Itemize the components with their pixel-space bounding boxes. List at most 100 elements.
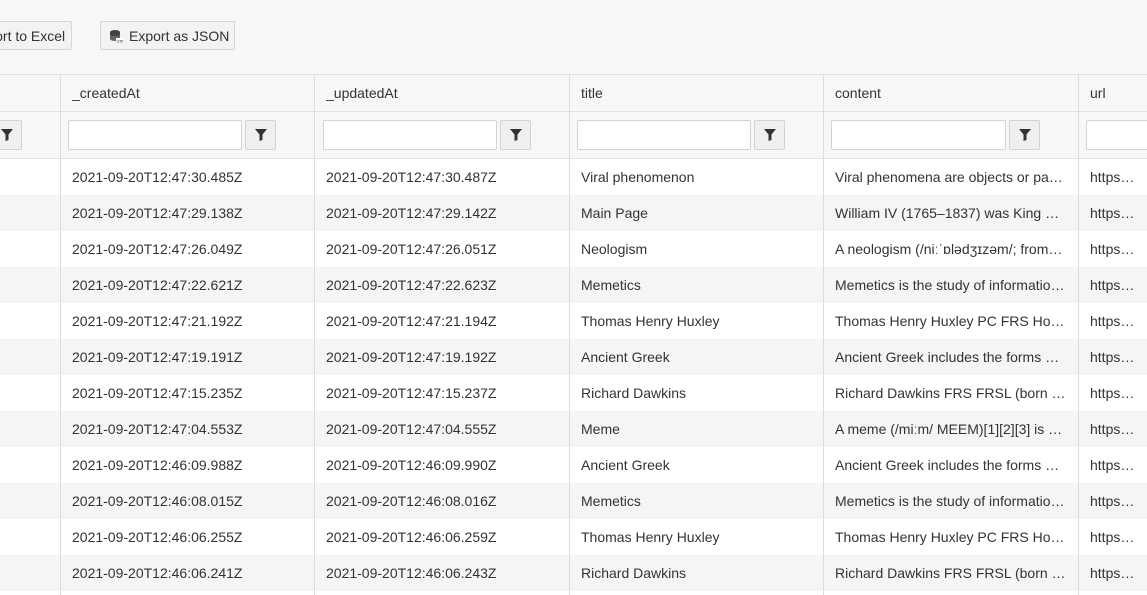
cell-content: Memetics is the study of information and…	[835, 277, 1066, 293]
column-divider	[569, 75, 570, 595]
cell-updatedat: 2021-09-20T12:47:26.051Z	[326, 241, 497, 257]
cell-title: Viral phenomenon	[581, 169, 695, 185]
filter-button-updatedat[interactable]	[500, 120, 531, 150]
filter-icon	[0, 129, 13, 141]
cell-title: Richard Dawkins	[581, 565, 687, 581]
cell-content: Richard Dawkins FRS FRSL (born 26 March …	[835, 565, 1066, 581]
cell-title: Richard Dawkins	[581, 385, 687, 401]
table-row[interactable]: 2021-09-20T12:47:15.235Z 2021-09-20T12:47…	[0, 375, 1147, 411]
column-divider	[1078, 75, 1079, 595]
cell-updatedat: 2021-09-20T12:46:06.243Z	[326, 565, 497, 581]
cell-title: Ancient Greek	[581, 457, 670, 473]
column-divider	[60, 75, 61, 595]
table-row[interactable]: 2021-09-20T12:47:04.553Z 2021-09-20T12:47…	[0, 411, 1147, 447]
filter-row	[0, 112, 1147, 159]
column-header-createdat[interactable]: _createdAt	[60, 75, 314, 111]
cell-url: https://en.wikipedia.org/wiki/Meme	[1090, 421, 1135, 437]
filter-icon	[763, 129, 776, 141]
cell-url: https://en.wikipedia.org/wiki/Thomas_Hen…	[1090, 529, 1135, 545]
toolbar: Export to Excel json Export as JSON	[0, 0, 1147, 74]
export-excel-button[interactable]: Export to Excel	[0, 21, 72, 50]
cell-createdat: 2021-09-20T12:47:30.485Z	[72, 169, 243, 185]
cell-title: Ancient Greek	[581, 349, 670, 365]
cell-updatedat: 2021-09-20T12:46:06.259Z	[326, 529, 497, 545]
cell-content: Memetics is the study of information and…	[835, 493, 1066, 509]
filter-input-url[interactable]	[1086, 120, 1147, 150]
filter-button-title[interactable]	[754, 120, 785, 150]
cell-createdat: 2021-09-20T12:47:04.553Z	[72, 421, 243, 437]
filter-input-content[interactable]	[831, 120, 1006, 150]
column-header-updatedat[interactable]: _updatedAt	[314, 75, 569, 111]
cell-updatedat: 2021-09-20T12:46:09.990Z	[326, 457, 497, 473]
column-header-url[interactable]: url	[1078, 75, 1147, 111]
table-row[interactable]: 2021-09-20T12:47:19.191Z 2021-09-20T12:47…	[0, 339, 1147, 375]
cell-createdat: 2021-09-20T12:47:26.049Z	[72, 241, 243, 257]
filter-input-updatedat[interactable]	[323, 120, 497, 150]
table-row[interactable]: 2021-09-20T12:46:06.255Z 2021-09-20T12:46…	[0, 519, 1147, 555]
cell-content: Thomas Henry Huxley PC FRS HonFRSE FLS	[835, 529, 1066, 545]
cell-createdat: 2021-09-20T12:47:19.191Z	[72, 349, 243, 365]
cell-updatedat: 2021-09-20T12:47:22.623Z	[326, 277, 497, 293]
table-row[interactable]: 2021-09-20T12:47:26.049Z 2021-09-20T12:47…	[0, 231, 1147, 267]
table-row[interactable]: 2021-09-20T12:47:22.621Z 2021-09-20T12:47…	[0, 267, 1147, 303]
cell-content: A meme (/miːm/ MEEM)[1][2][3] is an idea	[835, 421, 1066, 437]
cell-title: Thomas Henry Huxley	[581, 529, 720, 545]
export-json-label: Export as JSON	[129, 27, 230, 44]
filter-button-content[interactable]	[1009, 120, 1040, 150]
cell-updatedat: 2021-09-20T12:47:04.555Z	[326, 421, 497, 437]
cell-url: https://en.wikipedia.org/wiki/Viral_phen…	[1090, 169, 1135, 185]
cell-updatedat: 2021-09-20T12:47:15.237Z	[326, 385, 497, 401]
cell-title: Memetics	[581, 493, 641, 509]
cell-url: https://en.wikipedia.org/wiki/Main_Page	[1090, 205, 1135, 221]
cell-title: Main Page	[581, 205, 648, 221]
cell-createdat: 2021-09-20T12:46:09.988Z	[72, 457, 243, 473]
cell-createdat: 2021-09-20T12:47:29.138Z	[72, 205, 243, 221]
filter-input-title[interactable]	[577, 120, 751, 150]
cell-title: Meme	[581, 421, 620, 437]
cell-url: https://en.wikipedia.org/wiki/Thomas_Hen…	[1090, 313, 1135, 329]
cell-url: https://en.wikipedia.org/wiki/Memetics	[1090, 493, 1135, 509]
filter-icon	[254, 129, 267, 141]
filter-icon	[1018, 129, 1031, 141]
table-row[interactable]: 2021-09-20T12:47:21.192Z 2021-09-20T12:47…	[0, 303, 1147, 339]
column-header-title[interactable]: title	[569, 75, 823, 111]
cell-url: https://en.wikipedia.org/wiki/Richard_Da…	[1090, 565, 1135, 581]
cell-content: William IV (1765–1837) was King of the U…	[835, 205, 1066, 221]
cell-title: Neologism	[581, 241, 648, 257]
cell-url: https://en.wikipedia.org/wiki/Neologism	[1090, 241, 1135, 257]
filter-button-createdat[interactable]	[245, 120, 276, 150]
table-row[interactable]: 2021-09-20T12:47:30.485Z 2021-09-20T12:47…	[0, 159, 1147, 195]
cell-title: Thomas Henry Huxley	[581, 313, 720, 329]
export-excel-label: Export to Excel	[0, 27, 66, 44]
svg-text:json: json	[116, 38, 124, 43]
table-row[interactable]: 2021-09-20T12:46:06.241Z 2021-09-20T12:46…	[0, 555, 1147, 591]
cell-content: Viral phenomena are objects or patterns …	[835, 169, 1066, 185]
column-header-content[interactable]: content	[823, 75, 1078, 111]
column-divider	[314, 75, 315, 595]
cell-content: Ancient Greek includes the forms of the …	[835, 457, 1066, 473]
cell-createdat: 2021-09-20T12:46:06.255Z	[72, 529, 243, 545]
cell-content: Richard Dawkins FRS FRSL (born 26 March …	[835, 385, 1066, 401]
filter-button[interactable]	[0, 120, 22, 150]
cell-createdat: 2021-09-20T12:47:21.192Z	[72, 313, 243, 329]
cell-updatedat: 2021-09-20T12:47:29.142Z	[326, 205, 497, 221]
cell-url: https://en.wikipedia.org/wiki/Ancient_Gr…	[1090, 349, 1135, 365]
cell-updatedat: 2021-09-20T12:47:30.487Z	[326, 169, 497, 185]
export-json-button[interactable]: json Export as JSON	[100, 21, 235, 50]
cell-updatedat: 2021-09-20T12:47:21.194Z	[326, 313, 497, 329]
cell-createdat: 2021-09-20T12:46:08.015Z	[72, 493, 243, 509]
filter-input-createdat[interactable]	[68, 120, 242, 150]
cell-createdat: 2021-09-20T12:47:22.621Z	[72, 277, 243, 293]
cell-updatedat: 2021-09-20T12:46:08.016Z	[326, 493, 497, 509]
table-row[interactable]: 2021-09-20T12:46:09.988Z 2021-09-20T12:46…	[0, 447, 1147, 483]
cell-url: https://en.wikipedia.org/wiki/Ancient_Gr…	[1090, 457, 1135, 473]
cell-createdat: 2021-09-20T12:46:06.241Z	[72, 565, 243, 581]
table-row[interactable]: 2021-09-20T12:46:08.015Z 2021-09-20T12:46…	[0, 483, 1147, 519]
filter-icon	[509, 129, 522, 141]
cell-content: A neologism (/niːˈɒlədʒɪzəm/; from Greek	[835, 241, 1066, 257]
header-row: _createdAt _updatedAt title content url	[0, 75, 1147, 112]
cell-url: https://en.wikipedia.org/wiki/Richard_Da…	[1090, 385, 1135, 401]
cell-content: Thomas Henry Huxley PC FRS HonFRSE FLS	[835, 313, 1066, 329]
column-divider	[823, 75, 824, 595]
table-row[interactable]: 2021-09-20T12:47:29.138Z 2021-09-20T12:47…	[0, 195, 1147, 231]
